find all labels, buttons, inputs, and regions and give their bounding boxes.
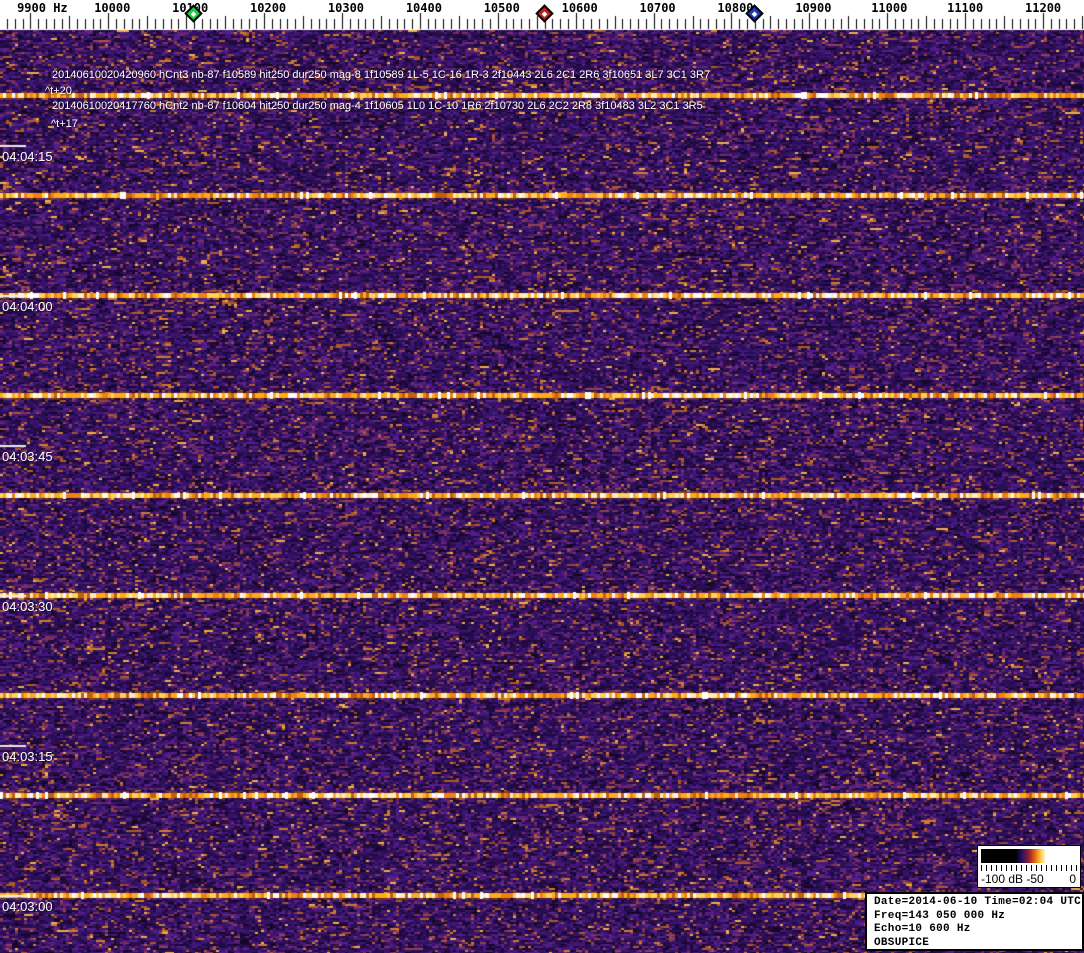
db-label-min: -100 dB — [981, 872, 1024, 886]
db-label-max: 0 — [1069, 872, 1076, 886]
db-scale-ticks — [981, 865, 1077, 871]
meteor-detection-annotation: 20140610020420960 hCnt3 nb-87 f10589 hit… — [52, 69, 711, 81]
time-label-04-03-15: 04:03:15 — [2, 749, 53, 764]
time-label-04-04-15: 04:04:15 — [2, 149, 53, 164]
freq-axis-label-11200: 11200 — [1025, 1, 1062, 15]
freq-axis-label-10900: 10900 — [795, 1, 832, 15]
observation-info-box: Date=2014-06-10 Time=02:04 UTC Freq=143 … — [865, 892, 1084, 951]
freq-axis-label-10500: 10500 — [483, 1, 520, 15]
info-echo: Echo=10 600 Hz — [874, 923, 971, 935]
time-label-04-03-45: 04:03:45 — [2, 449, 53, 464]
freq-axis-label-10300: 10300 — [327, 1, 365, 15]
freq-axis-label-10200: 10200 — [250, 1, 287, 15]
time-label-04-03-00: 04:03:00 — [2, 899, 53, 914]
time-label-04-03-30: 04:03:30 — [2, 599, 53, 614]
time-label-04-04-00: 04:04:00 — [2, 299, 53, 314]
echo-time-offset-label: ^t+20 — [45, 85, 72, 97]
freq-axis-label-10700: 10700 — [639, 1, 676, 15]
db-color-scale-legend: -100 dB -50 0 — [977, 845, 1081, 888]
meteor-detection-annotation: 20140610020417760 hCnt2 nb-87 f10604 hit… — [52, 100, 703, 112]
spectrogram-app-window: 9900 Hz100001010010200103001040010500106… — [0, 0, 1084, 953]
echo-time-offset-label: ^t+17 — [51, 118, 78, 130]
freq-axis-label-9900: 9900 Hz — [17, 1, 68, 15]
spectrogram-waterfall-canvas — [0, 0, 1084, 953]
info-date-time: Date=2014-06-10 Time=02:04 UTC — [874, 896, 1082, 908]
db-label-mid: -50 — [1026, 872, 1044, 886]
info-observatory: OBSUPICE — [874, 936, 930, 949]
db-gradient-bar — [981, 849, 1077, 863]
info-frequency: Freq=143 050 000 Hz — [874, 909, 1006, 922]
freq-axis-label-11100: 11100 — [947, 1, 984, 15]
freq-axis-label-10000: 10000 — [94, 1, 131, 15]
freq-axis-label-10600: 10600 — [561, 1, 598, 15]
freq-axis-label-10400: 10400 — [405, 1, 442, 15]
freq-axis-label-11000: 11000 — [871, 1, 908, 15]
